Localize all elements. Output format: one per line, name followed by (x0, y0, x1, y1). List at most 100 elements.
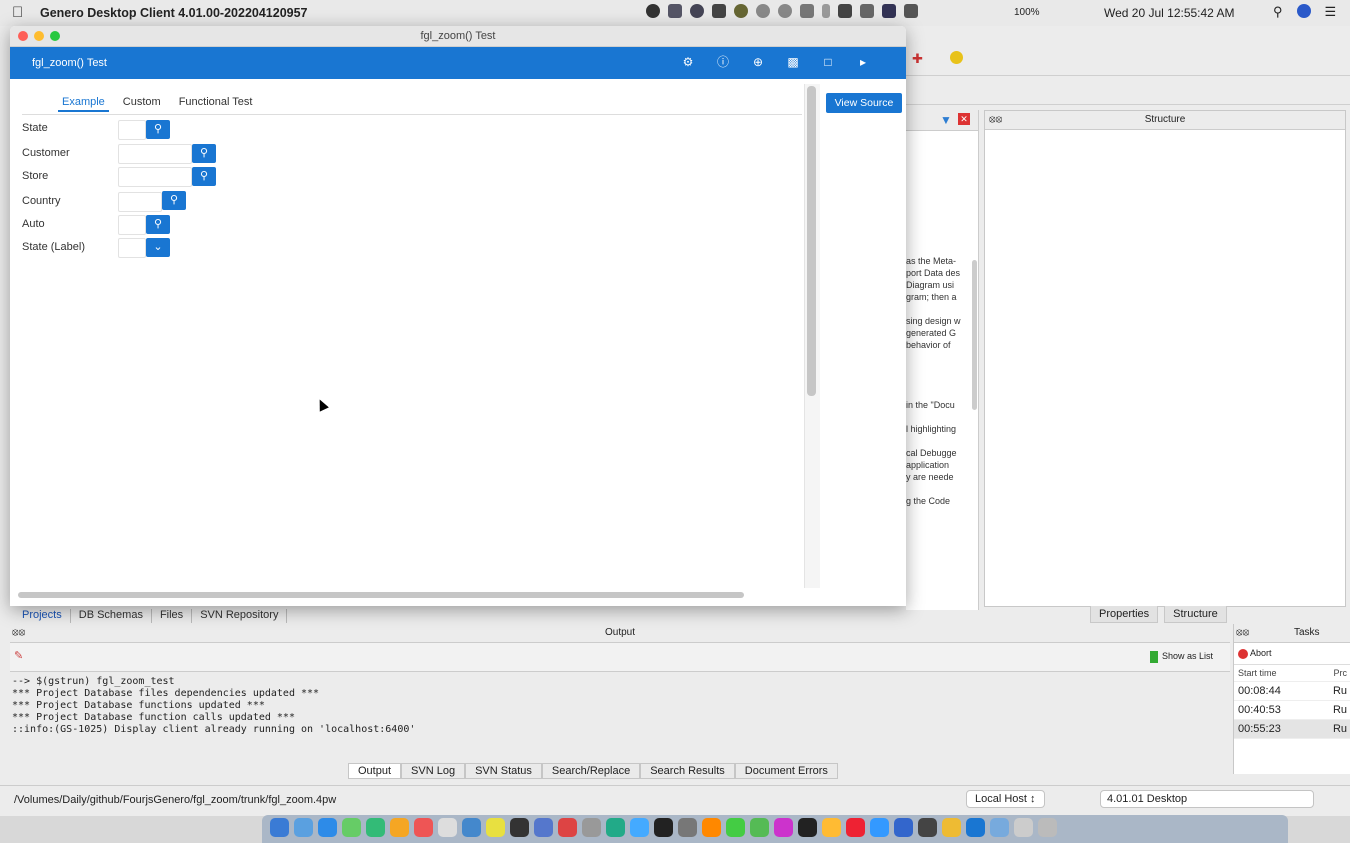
target-icon[interactable]: ⊕ (750, 54, 766, 70)
messages-icon[interactable] (342, 818, 361, 837)
panel-close-icon[interactable]: ⦻⦻ (1236, 624, 1249, 642)
battery-mini-icon[interactable] (838, 4, 852, 18)
tab-functional-test[interactable]: Functional Test (175, 94, 257, 112)
app-icon[interactable] (894, 818, 913, 837)
help-icon[interactable] (950, 51, 963, 64)
genero-icon[interactable] (966, 818, 985, 837)
control-center-icon[interactable]: ☰ (1325, 4, 1337, 20)
tab-svn-log[interactable]: SVN Log (401, 763, 466, 779)
vscode-icon[interactable] (606, 818, 625, 837)
acrobat-icon[interactable] (846, 818, 865, 837)
stickies-icon[interactable] (486, 818, 505, 837)
finder-icon[interactable] (270, 818, 289, 837)
app-icon[interactable] (990, 818, 1009, 837)
extension-icon[interactable] (734, 4, 748, 18)
filter-icon[interactable]: ▼ (940, 113, 952, 127)
calendar-icon[interactable] (414, 818, 433, 837)
host-select[interactable]: Local Host ↕ (966, 790, 1045, 808)
col-start-time[interactable]: Start time (1238, 668, 1277, 678)
trash-icon[interactable] (1038, 818, 1057, 837)
tab-svn-status[interactable]: SVN Status (465, 763, 542, 779)
app-icon[interactable] (798, 818, 817, 837)
input-icon[interactable] (882, 4, 896, 18)
app-name[interactable]: Genero Desktop Client 4.01.00-2022041209… (40, 6, 308, 20)
tab-search-replace[interactable]: Search/Replace (541, 763, 641, 779)
numbers-icon[interactable] (750, 818, 769, 837)
state-input[interactable] (118, 120, 146, 140)
maps-icon[interactable] (366, 818, 385, 837)
debug-icon[interactable]: ✚ (912, 51, 923, 67)
version-select[interactable]: 4.01.01 Desktop (1100, 790, 1314, 808)
auto-input[interactable] (118, 215, 146, 235)
activity-icon[interactable] (678, 818, 697, 837)
apple-icon[interactable]:  (12, 4, 23, 21)
console-icon[interactable] (654, 818, 673, 837)
state-label-combo[interactable] (118, 238, 146, 258)
tab-document-errors[interactable]: Document Errors (734, 763, 838, 779)
panel-close-icon[interactable]: ⦻⦻ (989, 111, 1002, 129)
tab-projects[interactable]: Projects (14, 609, 71, 623)
battery-percent[interactable]: 100% (1014, 7, 1040, 18)
table-row[interactable]: 00:55:23 Ru (1234, 719, 1350, 739)
appstore-icon[interactable] (534, 818, 553, 837)
tab-db-schemas[interactable]: DB Schemas (71, 609, 152, 623)
firefox-icon[interactable] (702, 818, 721, 837)
state-zoom-button[interactable]: ⚲ (146, 120, 170, 139)
settings-icon[interactable]: ⚙ (680, 54, 696, 70)
new-document-icon[interactable]: □ (820, 54, 836, 70)
bluetooth-icon[interactable] (822, 4, 830, 18)
doc-scrollbar[interactable] (972, 260, 977, 410)
notes-icon[interactable] (438, 818, 457, 837)
view-source-button[interactable]: View Source (826, 93, 902, 113)
save-icon[interactable]: ▩ (785, 54, 801, 70)
customer-input[interactable] (118, 144, 192, 164)
clear-icon[interactable]: ✎ (14, 649, 23, 662)
help-icon[interactable] (756, 4, 770, 18)
xcode-icon[interactable] (630, 818, 649, 837)
info-icon[interactable]: ⓘ (715, 54, 731, 70)
country-zoom-button[interactable]: ⚲ (162, 191, 186, 210)
state-label-dropdown-button[interactable]: ⌄ (146, 238, 170, 257)
sync-icon[interactable] (690, 4, 704, 18)
tab-output[interactable]: Output (348, 763, 402, 779)
app-icon[interactable] (774, 818, 793, 837)
store-input[interactable] (118, 167, 192, 187)
app-icon[interactable] (822, 818, 841, 837)
abort-button[interactable]: Abort (1234, 643, 1350, 665)
col-process[interactable]: Prc (1334, 668, 1348, 678)
music-icon[interactable] (558, 818, 577, 837)
app-icon[interactable] (870, 818, 889, 837)
photos-icon[interactable] (390, 818, 409, 837)
app-icon[interactable] (942, 818, 961, 837)
chrome-icon[interactable] (726, 818, 745, 837)
wifi-icon[interactable] (860, 4, 874, 18)
clock[interactable]: Wed 20 Jul 12:55:42 AM (1104, 6, 1235, 20)
settings-icon[interactable] (582, 818, 601, 837)
launchpad-icon[interactable] (294, 818, 313, 837)
siri-icon[interactable] (1296, 4, 1311, 18)
terminal-icon[interactable] (510, 818, 529, 837)
tab-example[interactable]: Example (58, 94, 109, 112)
monitor-icon[interactable] (668, 4, 682, 18)
volume-icon[interactable] (904, 4, 918, 18)
safari-icon[interactable] (318, 818, 337, 837)
table-row[interactable]: 00:08:44 Ru (1234, 682, 1350, 701)
airplay-icon[interactable] (800, 4, 814, 18)
app-icon[interactable] (918, 818, 937, 837)
tab-structure[interactable]: Structure (1164, 606, 1227, 623)
country-input[interactable] (118, 192, 162, 212)
mail-icon[interactable] (462, 818, 481, 837)
customer-zoom-button[interactable]: ⚲ (192, 144, 216, 163)
auto-zoom-button[interactable]: ⚲ (146, 215, 170, 234)
tab-search-results[interactable]: Search Results (640, 763, 735, 779)
panel-close-icon[interactable]: ⦻⦻ (12, 624, 25, 642)
spotlight-icon[interactable]: ⚲ (1273, 4, 1283, 20)
record-icon[interactable] (646, 4, 660, 18)
display-icon[interactable] (712, 4, 726, 18)
vertical-scrollbar[interactable] (807, 86, 816, 396)
close-icon[interactable]: ✕ (958, 113, 970, 125)
horizontal-scrollbar[interactable] (18, 592, 744, 598)
tab-svn-repository[interactable]: SVN Repository (192, 609, 288, 623)
play-icon[interactable]: ▸ (855, 54, 871, 70)
time-machine-icon[interactable] (778, 4, 792, 18)
